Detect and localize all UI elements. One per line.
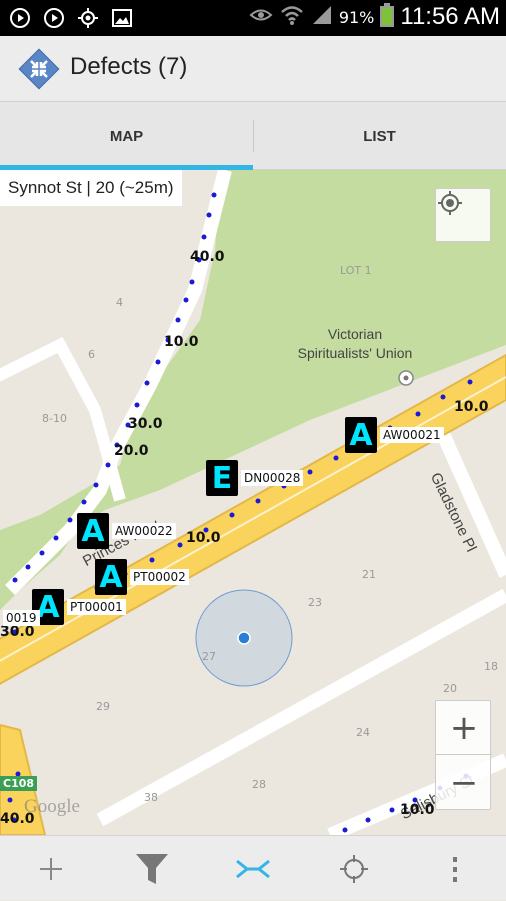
collapse-arrows-icon[interactable] [18, 48, 60, 90]
add-icon [39, 857, 62, 880]
distance-label: 20.0 [114, 443, 149, 459]
status-bar: 91% 11:56 AM [0, 0, 506, 36]
action-bar: Defects (7) [0, 36, 506, 102]
distance-label: 40.0 [0, 811, 35, 827]
gps-icon [76, 6, 100, 30]
defect-marker[interactable]: A PT00001 [32, 589, 126, 625]
current-street-label: Synnot St | 20 (~25m) [0, 170, 182, 206]
lot-number: 29 [96, 700, 110, 713]
defect-marker[interactable]: E DN00028 [206, 460, 304, 496]
tab-bar: MAP LIST [0, 102, 506, 170]
distance-label: 30.0 [128, 416, 163, 432]
lot-number: 6 [88, 348, 95, 361]
defect-marker[interactable]: A AW00022 [77, 513, 176, 549]
overflow-menu-icon [452, 856, 457, 882]
tab-list[interactable]: LIST [253, 102, 506, 170]
distance-label: 10.0 [454, 399, 489, 415]
lot-number: 18 [484, 660, 498, 673]
overflow-menu-button[interactable] [404, 836, 505, 901]
signal-icon [311, 4, 333, 30]
lot-number: 8-10 [42, 412, 67, 425]
filter-icon [135, 853, 168, 884]
zoom-in-button[interactable]: + [436, 701, 492, 755]
map-view[interactable]: Synnot St | 20 (~25m) LOT 1 4 6 8-10 21 … [0, 170, 506, 835]
battery-percent: 91% [338, 7, 375, 27]
bottom-action-bar [0, 835, 506, 900]
lot-number: 28 [252, 778, 266, 791]
wifi-icon [279, 4, 305, 30]
poi-label[interactable]: Victorian Spiritualists' Union [290, 325, 420, 363]
image-icon [110, 6, 134, 30]
crosshair-icon [438, 191, 462, 215]
distance-label: 10.0 [164, 334, 199, 350]
collapse-icon [235, 859, 270, 878]
lot-number: 27 [202, 650, 216, 663]
marker-label: AW00022 [112, 523, 176, 539]
distance-label: 10.0 [400, 802, 435, 818]
locate-icon [339, 854, 368, 883]
lot-number: 24 [356, 726, 370, 739]
marker-label: PT00002 [130, 569, 189, 585]
marker-letter: E [206, 460, 238, 496]
collapse-button[interactable] [202, 836, 303, 901]
lot-number: 38 [144, 791, 158, 804]
lot-number: 21 [362, 568, 376, 581]
page-title: Defects (7) [70, 53, 188, 80]
marker-letter: A [345, 417, 377, 453]
map-canvas [0, 170, 506, 835]
road-shield: C108 [0, 776, 38, 791]
notification-icons [8, 6, 134, 30]
play-circle-icon [8, 6, 32, 30]
tab-map[interactable]: MAP [0, 102, 253, 170]
poi-name-line1: Victorian [327, 326, 383, 342]
zoom-out-button[interactable]: − [436, 756, 492, 810]
lot-number: 20 [443, 682, 457, 695]
zoom-controls: + − [435, 700, 492, 810]
marker-label-partial[interactable]: 0019 [3, 610, 40, 626]
distance-label: 40.0 [190, 249, 225, 265]
my-location-button[interactable] [435, 188, 491, 242]
system-icons: 91% 11:56 AM [249, 3, 500, 31]
marker-letter: A [77, 513, 109, 549]
current-location-dot [237, 631, 251, 645]
eye-icon [249, 5, 273, 29]
marker-label: DN00028 [241, 470, 304, 486]
battery-icon [380, 3, 395, 31]
marker-label: PT00001 [67, 599, 126, 615]
defect-marker[interactable]: A AW00021 [345, 417, 444, 453]
distance-label: 10.0 [186, 530, 221, 546]
add-button[interactable] [0, 836, 101, 901]
play-circle-icon [42, 6, 66, 30]
distance-label: 30.0 [0, 624, 35, 640]
locate-button[interactable] [303, 836, 404, 901]
lot-number: 23 [308, 596, 322, 609]
poi-name-line2: Spiritualists' Union [297, 345, 413, 361]
clock: 11:56 AM [400, 3, 500, 30]
filter-button[interactable] [101, 836, 202, 901]
park-area [0, 170, 506, 610]
lot-number: 4 [116, 296, 123, 309]
lot-label: LOT 1 [340, 264, 372, 277]
marker-label: AW00021 [380, 427, 444, 443]
